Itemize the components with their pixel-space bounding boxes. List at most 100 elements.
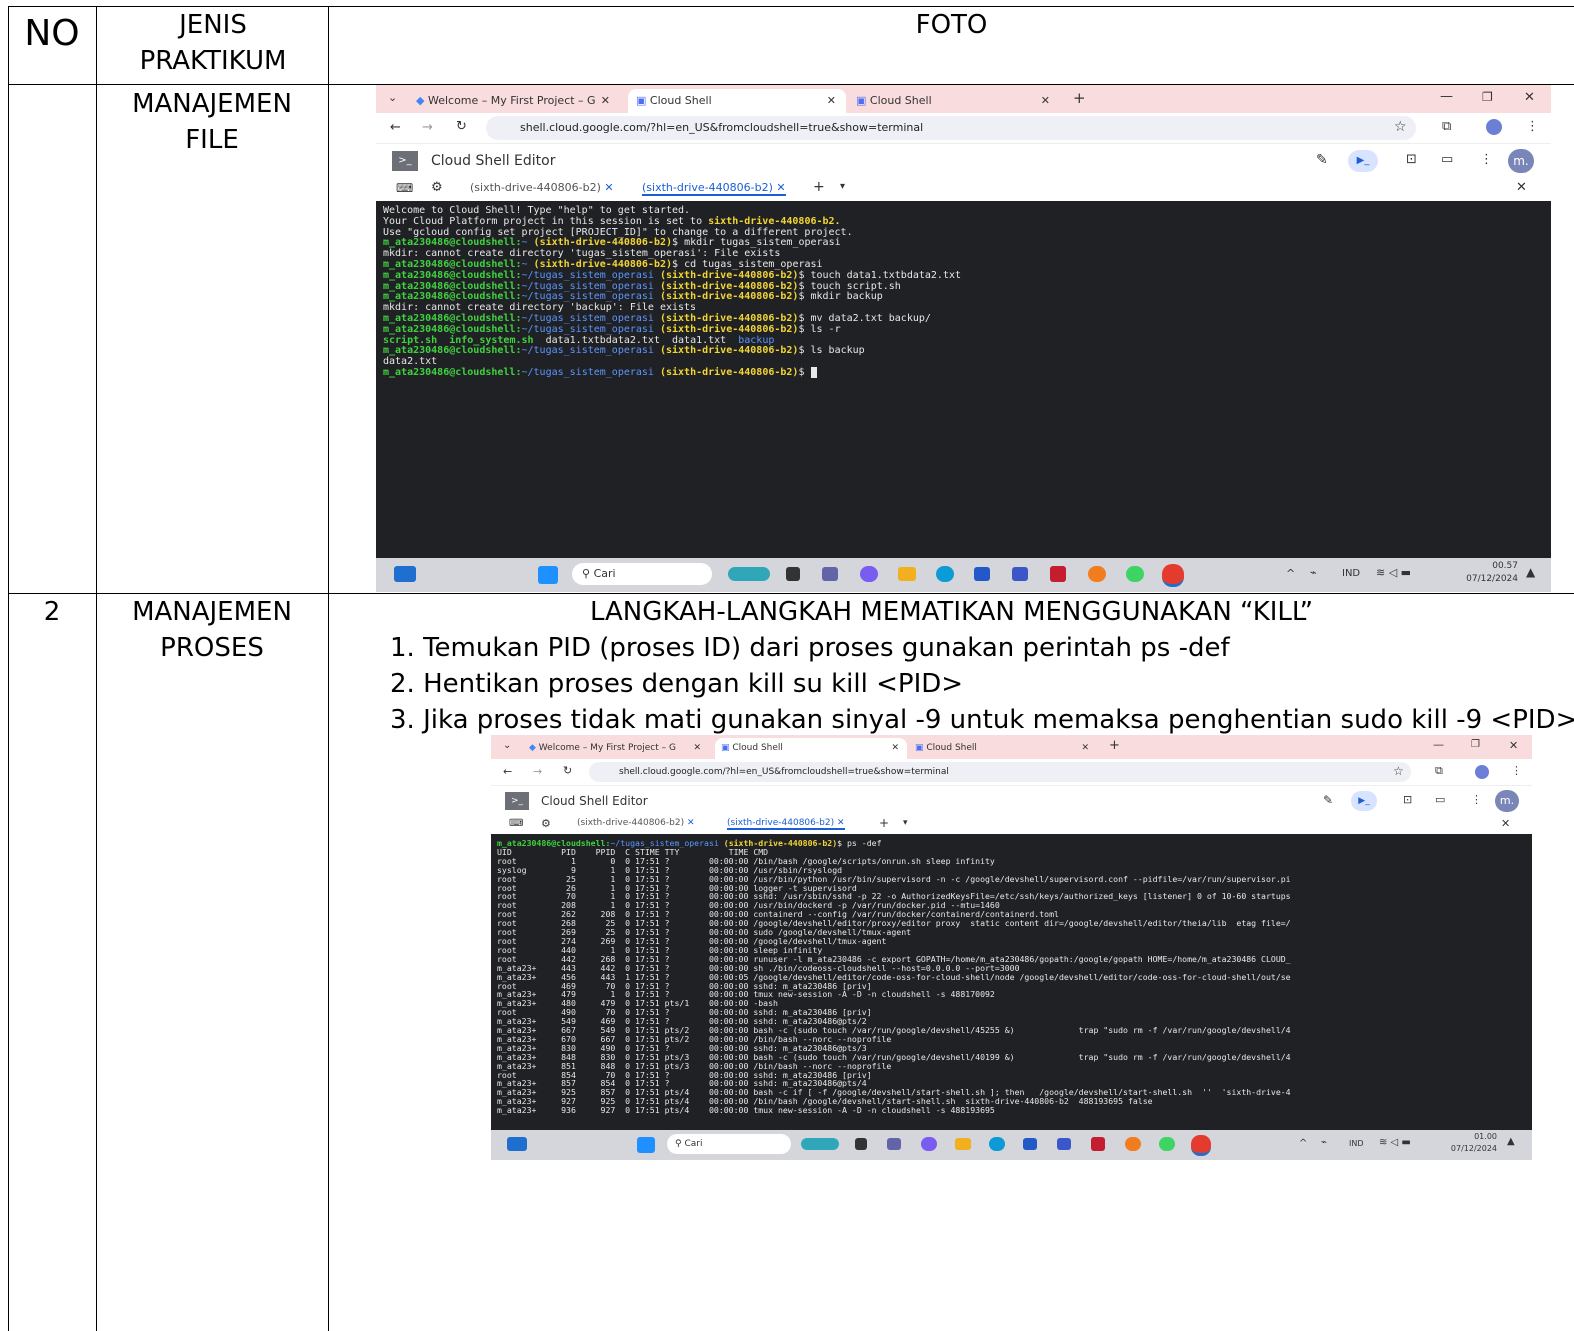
teams-icon[interactable] [822, 567, 838, 581]
close-icon[interactable]: ✕ [1041, 89, 1050, 113]
web-preview-icon[interactable]: ⊡ [1406, 152, 1417, 167]
browser-tab-welcome[interactable]: ◆ Welcome – My First Project – G ✕ [529, 738, 705, 759]
file-explorer-icon[interactable] [898, 567, 916, 581]
edge-icon[interactable] [989, 1137, 1005, 1151]
desktop-icon[interactable] [507, 1137, 527, 1151]
weather-icon[interactable] [728, 567, 770, 581]
keyboard-icon[interactable]: ⌨ [396, 181, 413, 195]
browser-tab-cloud-shell-active[interactable]: ▣ Cloud Shell ✕ [628, 89, 846, 113]
keyboard-icon[interactable]: ⌨ [509, 818, 523, 829]
notification-bell-icon[interactable]: ▲ [1507, 1136, 1515, 1147]
url-field[interactable]: shell.cloud.google.com/?hl=en_US&fromclo… [486, 116, 1416, 140]
pencil-icon[interactable]: ✎ [1316, 152, 1328, 168]
menu-icon[interactable]: ⋮ [1526, 119, 1539, 134]
wifi-icon[interactable]: ≋ ◁ ▬ [1379, 1137, 1411, 1148]
minimize-icon[interactable]: — [1433, 738, 1444, 751]
back-icon[interactable]: ← [503, 765, 512, 778]
terminal-output[interactable]: Welcome to Cloud Shell! Type "help" to g… [376, 201, 1551, 558]
settings-icon[interactable]: ⚙ [541, 817, 551, 830]
tab-menu-icon[interactable]: ⌄ [503, 740, 511, 751]
network-icon[interactable]: ⌁ [1310, 566, 1317, 579]
profile-icon[interactable] [1475, 765, 1489, 779]
wifi-icon[interactable]: ≋ ◁ ▬ [1376, 566, 1411, 579]
firefox-icon[interactable] [1088, 566, 1106, 582]
firefox-icon[interactable] [1125, 1137, 1141, 1151]
edge-icon[interactable] [936, 566, 954, 582]
taskbar-search[interactable]: ⚲ Cari [667, 1134, 791, 1154]
url-field[interactable]: shell.cloud.google.com/?hl=en_US&fromclo… [589, 762, 1411, 782]
windows-start-icon[interactable] [538, 566, 558, 584]
menu-icon[interactable]: ⋮ [1511, 764, 1522, 777]
new-tab-icon[interactable]: + [1109, 738, 1120, 753]
layout-icon[interactable]: ▭ [1435, 793, 1445, 806]
restore-icon[interactable]: ❐ [1471, 739, 1480, 750]
file-explorer-icon[interactable] [955, 1138, 971, 1150]
copilot-icon[interactable] [921, 1137, 937, 1151]
language-indicator[interactable]: IND [1349, 1139, 1364, 1148]
mcafee-icon[interactable] [1091, 1137, 1105, 1151]
more-icon[interactable]: ⋮ [1471, 793, 1482, 806]
avatar[interactable]: m. [1508, 149, 1534, 173]
store-icon[interactable] [974, 567, 990, 581]
whatsapp-icon[interactable] [1126, 566, 1144, 582]
avatar[interactable]: m. [1495, 790, 1519, 812]
close-panel-icon[interactable]: ✕ [1501, 817, 1510, 830]
teams-icon[interactable] [887, 1138, 901, 1150]
weather-icon[interactable] [801, 1138, 839, 1150]
pencil-icon[interactable]: ✎ [1323, 793, 1333, 807]
layout-icon[interactable]: ▭ [1441, 152, 1453, 167]
browser-tab-welcome[interactable]: ◆ Welcome – My First Project – G ✕ [416, 89, 616, 113]
tab-menu-icon[interactable]: ⌄ [388, 91, 397, 104]
settings-icon[interactable]: ⚙ [431, 180, 443, 195]
terminal-output[interactable]: m_ata230486@cloudshell:~/tugas_sistem_op… [491, 834, 1532, 1130]
chrome-icon[interactable] [1191, 1135, 1211, 1156]
term-tab-1[interactable]: (sixth-drive-440806-b2) ✕ [577, 818, 695, 828]
reload-icon[interactable]: ↻ [456, 119, 467, 134]
extensions-icon[interactable]: ⧉ [1435, 764, 1443, 778]
browser-tab-cloud-shell[interactable]: ▣ Cloud Shell ✕ [915, 738, 1093, 759]
minimize-icon[interactable]: — [1440, 89, 1453, 104]
whatsapp-icon[interactable] [1159, 1137, 1175, 1151]
chrome-icon[interactable] [1162, 564, 1184, 587]
term-tab-2[interactable]: (sixth-drive-440806-b2) ✕ [727, 818, 845, 830]
close-icon[interactable]: ✕ [1081, 738, 1089, 759]
browser-tab-cloud-shell-active[interactable]: ▣ Cloud Shell ✕ [715, 738, 907, 759]
language-indicator[interactable]: IND [1342, 568, 1360, 579]
close-icon[interactable]: ✕ [891, 738, 899, 759]
chevron-up-icon[interactable]: ^ [1286, 567, 1295, 580]
window-close-icon[interactable]: ✕ [1524, 90, 1535, 105]
close-icon[interactable]: ✕ [601, 89, 610, 113]
taskbar-search[interactable]: ⚲ Cari [572, 563, 712, 585]
clock-time[interactable]: 01.00 [1457, 1132, 1497, 1141]
clock-time[interactable]: 00.57 [1474, 561, 1518, 571]
profile-icon[interactable] [1486, 119, 1502, 135]
dropdown-icon[interactable]: ▾ [840, 181, 845, 192]
photos-icon[interactable] [1057, 1138, 1071, 1150]
restore-icon[interactable]: ❐ [1482, 90, 1493, 104]
forward-icon[interactable]: → [533, 765, 542, 778]
photos-icon[interactable] [1012, 567, 1028, 581]
star-icon[interactable]: ☆ [1393, 764, 1404, 778]
browser-tab-cloud-shell[interactable]: ▣ Cloud Shell ✕ [856, 89, 1056, 113]
mcafee-icon[interactable] [1050, 566, 1066, 582]
chevron-up-icon[interactable]: ^ [1299, 1138, 1307, 1149]
more-icon[interactable]: ⋮ [1480, 152, 1493, 167]
task-view-icon[interactable] [855, 1138, 867, 1150]
add-tab-icon[interactable]: + [813, 179, 825, 195]
window-close-icon[interactable]: ✕ [1509, 739, 1518, 752]
terminal-toggle-icon[interactable]: ▶_ [1348, 150, 1378, 172]
forward-icon[interactable]: → [422, 120, 433, 135]
task-view-icon[interactable] [786, 567, 800, 581]
back-icon[interactable]: ← [390, 120, 401, 135]
clock-date[interactable]: 07/12/2024 [1439, 1144, 1497, 1153]
close-panel-icon[interactable]: ✕ [1516, 180, 1527, 195]
new-tab-icon[interactable]: + [1073, 89, 1086, 107]
notification-bell-icon[interactable]: ▲ [1526, 565, 1535, 579]
close-icon[interactable]: ✕ [827, 89, 836, 113]
network-icon[interactable]: ⌁ [1321, 1137, 1327, 1148]
add-tab-icon[interactable]: + [879, 816, 889, 830]
copilot-icon[interactable] [860, 566, 878, 582]
close-icon[interactable]: ✕ [693, 738, 701, 759]
star-icon[interactable]: ☆ [1394, 119, 1407, 135]
terminal-toggle-icon[interactable]: ▶_ [1351, 791, 1377, 811]
